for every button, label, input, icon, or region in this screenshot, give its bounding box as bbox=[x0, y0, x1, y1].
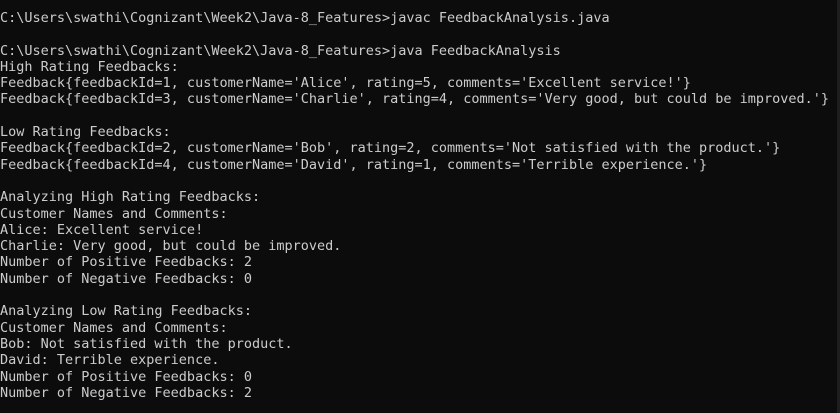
terminal-line: Analyzing High Rating Feedbacks: bbox=[0, 189, 261, 206]
terminal-line: C:\Users\swathi\Cognizant\Week2\Java-8_F… bbox=[0, 10, 610, 26]
terminal-line: Number of Negative Feedbacks: 0 bbox=[0, 270, 252, 287]
terminal-line: Customer Names and Comments: bbox=[0, 205, 228, 222]
terminal-line: Feedback{feedbackId=3, customerName='Cha… bbox=[0, 91, 830, 108]
terminal-line: Number of Positive Feedbacks: 2 bbox=[0, 254, 252, 271]
terminal-line: Customer Names and Comments: bbox=[0, 319, 228, 336]
terminal-line: Number of Positive Feedbacks: 0 bbox=[0, 368, 252, 385]
terminal-line: Alice: Excellent service! bbox=[0, 221, 204, 238]
terminal-line: Bob: Not satisfied with the product. bbox=[0, 335, 293, 352]
terminal-line: Feedback{feedbackId=4, customerName='Dav… bbox=[0, 156, 708, 173]
terminal-line: Charlie: Very good, but could be improve… bbox=[0, 238, 342, 255]
terminal-line: High Rating Feedbacks: bbox=[0, 58, 179, 75]
terminal-line: David: Terrible experience. bbox=[0, 352, 220, 369]
terminal-line: Analyzing Low Rating Feedbacks: bbox=[0, 303, 252, 320]
terminal-line: Number of Negative Feedbacks: 2 bbox=[0, 384, 252, 401]
terminal-window[interactable]: C:\Users\swathi\Cognizant\Week2\Java-8_F… bbox=[0, 0, 840, 413]
terminal-line: Feedback{feedbackId=2, customerName='Bob… bbox=[0, 140, 781, 157]
terminal-line: C:\Users\swathi\Cognizant\Week2\Java-8_F… bbox=[0, 42, 561, 59]
terminal-line: Feedback{feedbackId=1, customerName='Ali… bbox=[0, 75, 691, 92]
terminal-line: Low Rating Feedbacks: bbox=[0, 124, 171, 141]
